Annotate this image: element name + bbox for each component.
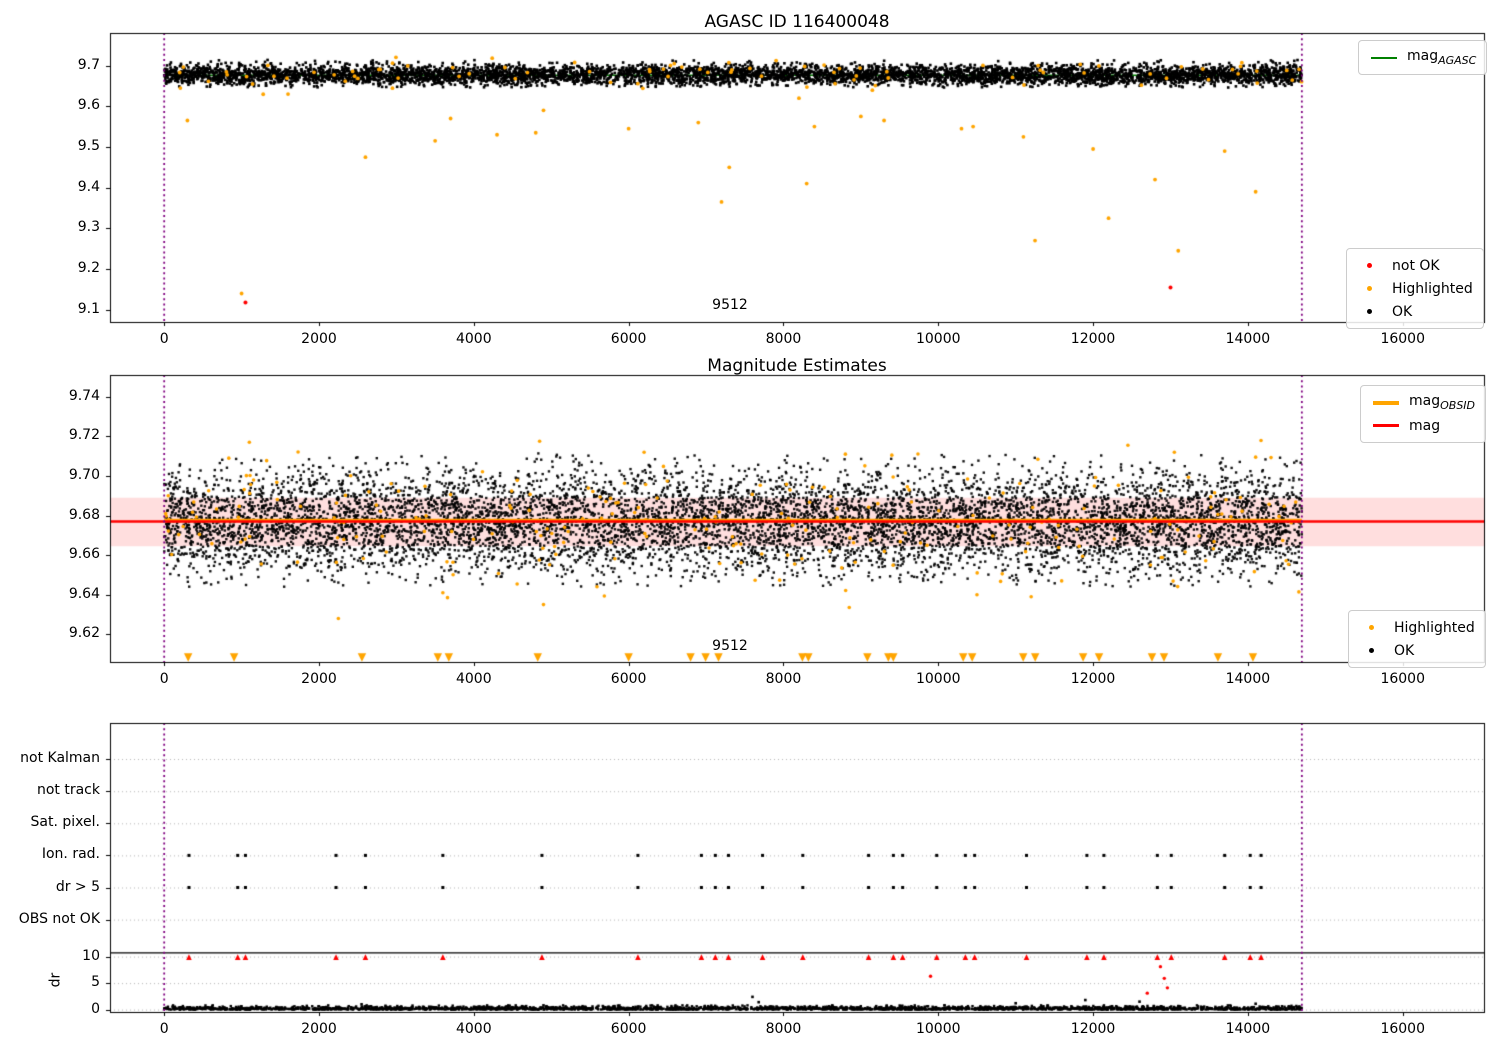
legend-mag-lines: magOBSID mag bbox=[1360, 385, 1487, 443]
black-dot-swatch-icon bbox=[1367, 309, 1372, 314]
legend-row-highlighted-2: Highlighted bbox=[1357, 616, 1475, 639]
red-dot-swatch-icon bbox=[1367, 263, 1372, 268]
plots-canvas bbox=[0, 0, 1500, 1050]
green-line-swatch-icon bbox=[1371, 56, 1397, 59]
agasc-magnitude-figure: AGASC ID 116400048 Magnitude Estimates 9… bbox=[0, 0, 1500, 1050]
legend-label-mag: mag bbox=[1409, 417, 1441, 434]
dr-axis-label: dr bbox=[47, 972, 64, 988]
legend-label-mag-obsid: magOBSID bbox=[1409, 393, 1476, 412]
legend-row-mag-agasc: magAGASC bbox=[1367, 46, 1476, 69]
plot1-title: AGASC ID 116400048 bbox=[704, 12, 890, 32]
orange-dot-swatch-icon bbox=[1367, 286, 1372, 291]
plot2-obsid-annotation: 9512 bbox=[712, 638, 748, 654]
legend-label-ok-2: OK bbox=[1394, 642, 1415, 659]
black-dot-swatch-icon bbox=[1369, 648, 1374, 653]
legend-row-mag-obsid: magOBSID bbox=[1369, 391, 1475, 414]
legend-row-highlighted: Highlighted bbox=[1355, 277, 1473, 300]
legend-label-not-ok: not OK bbox=[1392, 257, 1440, 274]
legend-plot2-points: Highlighted OK bbox=[1348, 610, 1486, 668]
legend-plot1-points: not OK Highlighted OK bbox=[1346, 248, 1484, 329]
legend-label-highlighted-2: Highlighted bbox=[1394, 619, 1475, 636]
plot1-obsid-annotation: 9512 bbox=[712, 297, 748, 313]
legend-label-ok: OK bbox=[1392, 303, 1413, 320]
legend-label-mag-agasc: magAGASC bbox=[1407, 48, 1477, 67]
red-line-swatch-icon bbox=[1373, 424, 1399, 427]
legend-row-mag: mag bbox=[1369, 414, 1475, 437]
orange-line-swatch-icon bbox=[1373, 400, 1399, 405]
legend-row-ok-2: OK bbox=[1357, 639, 1475, 662]
legend-label-highlighted: Highlighted bbox=[1392, 280, 1473, 297]
orange-dot-swatch-icon bbox=[1369, 625, 1374, 630]
legend-row-ok: OK bbox=[1355, 300, 1473, 323]
legend-row-not-ok: not OK bbox=[1355, 254, 1473, 277]
legend-mag-agasc: magAGASC bbox=[1358, 40, 1488, 75]
plot2-title: Magnitude Estimates bbox=[707, 356, 887, 376]
